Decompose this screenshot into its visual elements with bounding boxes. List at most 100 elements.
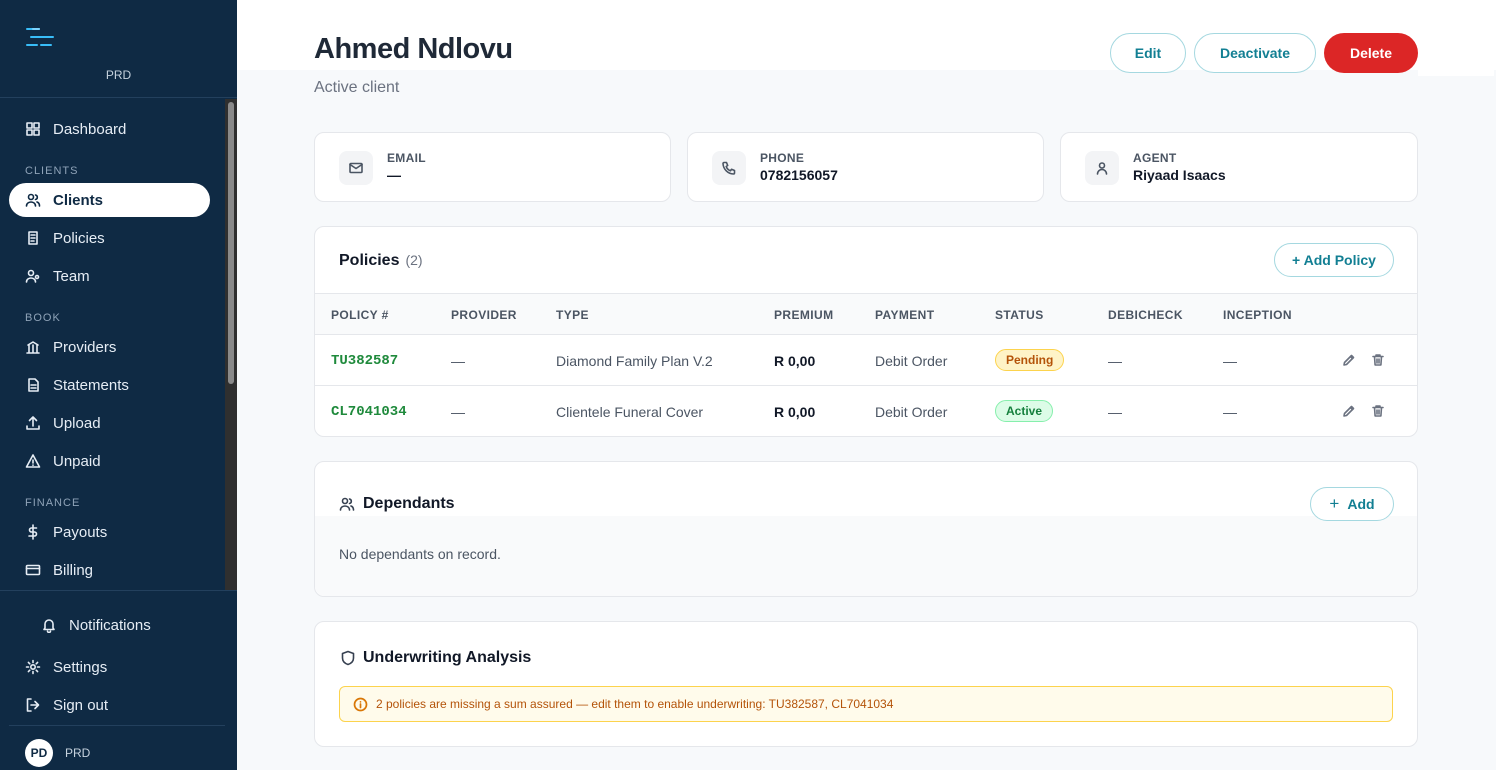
upload-icon [25,415,41,431]
client-status: Active client [314,79,400,96]
add-dependant-button[interactable]: + Add [1310,487,1394,521]
users-icon [339,496,355,512]
provider-cell: — [451,404,465,420]
nav-label: Notifications [69,616,151,634]
trash-icon[interactable] [1371,404,1385,418]
nav-item-dashboard[interactable]: Dashboard [9,112,210,146]
delete-button[interactable]: Delete [1324,33,1418,73]
column-header[interactable]: STATUS [995,308,1044,322]
dependants-title: Dependants [363,495,455,512]
premium-cell: R 0,00 [774,353,816,369]
nav-item-providers[interactable]: Providers [9,330,210,364]
nav-label: Unpaid [53,452,101,470]
nav-item-billing[interactable]: Billing [9,553,210,587]
logo-icon[interactable] [26,28,54,46]
shield-icon [340,650,356,666]
nav-item-sign-out[interactable]: Sign out [9,688,210,722]
column-header[interactable]: INCEPTION [1223,308,1292,322]
underwriting-notice: 2 policies are missing a sum assured — e… [339,686,1393,722]
sidebar: PRD Dashboard CLIENTS Clients Policies T… [0,0,237,770]
column-header[interactable]: PROVIDER [451,308,517,322]
page-title: Ahmed Ndlovu [314,33,513,65]
email-label: EMAIL [387,151,426,165]
nav-label: Policies [53,229,105,247]
column-header[interactable]: PREMIUM [774,308,833,322]
dollar-icon [25,524,41,540]
debicheck-cell: — [1108,404,1122,420]
dependants-card: Dependants + Add No dependants on record. [314,461,1418,597]
table-row[interactable] [315,386,1417,437]
dependants-empty-text: No dependants on record. [339,546,501,562]
type-cell: Clientele Funeral Cover [556,404,704,420]
warning-icon [25,453,41,469]
credit-card-icon [25,562,41,578]
scrollbar-thumb[interactable] [228,102,234,384]
provider-cell: — [451,353,465,369]
avatar[interactable]: PD [25,739,53,767]
nav-label: Sign out [53,696,109,714]
nav-item-policies[interactable]: Policies [9,221,210,255]
underwriting-title: Underwriting Analysis [363,649,532,666]
policy-number-link[interactable]: TU382587 [331,353,398,369]
nav-item-upload[interactable]: Upload [9,406,210,440]
agent-label: AGENT [1133,151,1177,165]
underwriting-notice-text: 2 policies are missing a sum assured — e… [376,697,894,711]
column-header[interactable]: POLICY # [331,308,389,322]
users-icon [25,192,41,208]
email-card: EMAIL — [314,132,671,202]
policies-title-text: Policies [339,252,400,269]
document-icon [25,377,41,393]
mail-icon [339,151,373,185]
policies-count: (2) [405,252,423,268]
debicheck-cell: — [1108,353,1122,369]
underwriting-card: Underwriting Analysis 2 policies are mis… [314,621,1418,747]
nav-item-unpaid[interactable]: Unpaid [9,444,210,478]
trash-icon[interactable] [1371,353,1385,367]
nav-scroll-area: Dashboard CLIENTS Clients Policies Team … [0,99,237,590]
nav-label: Clients [53,191,104,209]
brand: PRD [0,0,237,98]
nav-label: Billing [53,561,94,579]
nav-label: Payouts [53,523,108,541]
nav-item-notifications[interactable]: Notifications [25,608,210,642]
policy-number-link[interactable]: CL7041034 [331,404,407,420]
team-icon [25,268,41,284]
nav-item-settings[interactable]: Settings [9,650,210,684]
phone-label: PHONE [760,151,805,165]
plus-icon: + [1329,494,1340,513]
phone-icon [712,151,746,185]
pencil-icon[interactable] [1342,404,1356,418]
pencil-icon[interactable] [1342,353,1356,367]
column-header[interactable]: PAYMENT [875,308,934,322]
nav-label: Providers [53,338,117,356]
nav-label: Settings [53,658,108,676]
status-badge: Pending [995,349,1065,371]
sign-out-icon [25,697,41,713]
nav-item-clients[interactable]: Clients [9,183,210,217]
sidebar-scrollbar[interactable] [225,99,237,590]
column-header[interactable]: DEBICHECK [1108,308,1183,322]
nav-item-team[interactable]: Team [9,259,210,293]
agent-value: Riyaad Isaacs [1133,167,1226,183]
column-header[interactable]: TYPE [556,308,589,322]
payment-cell: Debit Order [875,404,948,420]
nav-item-statements[interactable]: Statements [9,368,210,402]
deactivate-button[interactable]: Deactivate [1194,33,1316,73]
policies-title: Policies (2) [339,252,423,270]
edit-button[interactable]: Edit [1110,33,1186,73]
inception-cell: — [1223,353,1237,369]
user-icon [1085,151,1119,185]
user-name: PRD [65,746,91,760]
building-icon [25,339,41,355]
brand-name: PRD [105,68,132,82]
inception-cell: — [1223,404,1237,420]
phone-value: 0782156057 [760,167,838,183]
nav-item-payouts[interactable]: Payouts [9,515,210,549]
dashboard-icon [25,121,41,137]
add-policy-button[interactable]: + Add Policy [1274,243,1394,277]
nav-section-book: BOOK [25,312,61,324]
status-badge: Active [995,400,1054,422]
table-row[interactable] [315,335,1417,386]
policies-card: Policies (2) + Add Policy POLICY # PROVID… [314,226,1418,437]
info-icon [353,697,368,712]
